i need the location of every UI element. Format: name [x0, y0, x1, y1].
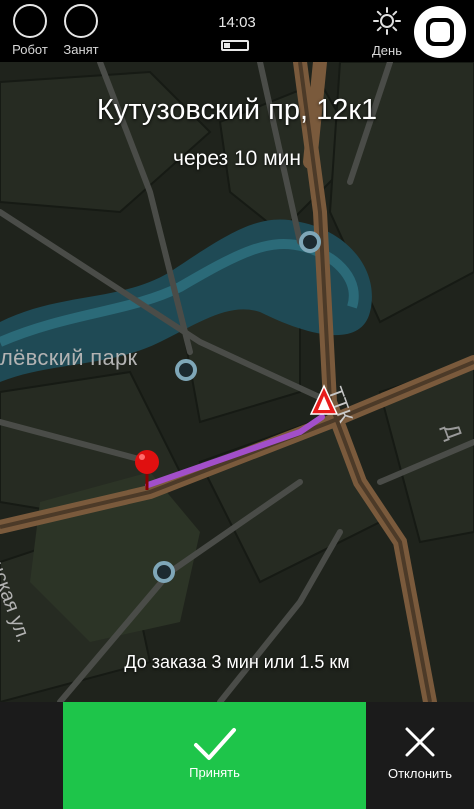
menu-button[interactable]	[414, 6, 466, 58]
accept-button[interactable]: Принять	[63, 702, 366, 809]
order-distance-info: До заказа 3 мин или 1.5 км	[124, 652, 350, 672]
robot-toggle[interactable]: Робот	[2, 4, 58, 57]
clock: 14:03	[218, 14, 256, 31]
menu-square-icon	[426, 18, 454, 46]
top-status-bar: Робот Занят 14:03 День	[0, 0, 474, 62]
battery-level	[224, 43, 230, 48]
close-icon	[405, 727, 435, 757]
checkmark-icon	[194, 728, 236, 760]
decline-label: Отклонить	[387, 766, 453, 781]
order-eta: через 10 мин	[173, 147, 301, 170]
order-address: Кутузовский пр, 12к1	[96, 94, 378, 126]
decline-button[interactable]: Отклонить	[366, 702, 474, 809]
action-bar-left-spacer	[0, 702, 63, 809]
busy-toggle[interactable]: Занят	[53, 4, 109, 57]
action-bar: Принять Отклонить	[0, 702, 474, 809]
robot-label: Робот	[12, 42, 48, 57]
sun-icon	[373, 7, 401, 35]
accept-label: Принять	[189, 765, 240, 780]
busy-circle-icon	[64, 4, 98, 38]
robot-circle-icon	[13, 4, 47, 38]
busy-label: Занят	[63, 42, 99, 57]
map-label-park: лёвский парк	[0, 345, 138, 370]
day-label: День	[372, 43, 402, 58]
battery-icon	[221, 40, 249, 51]
